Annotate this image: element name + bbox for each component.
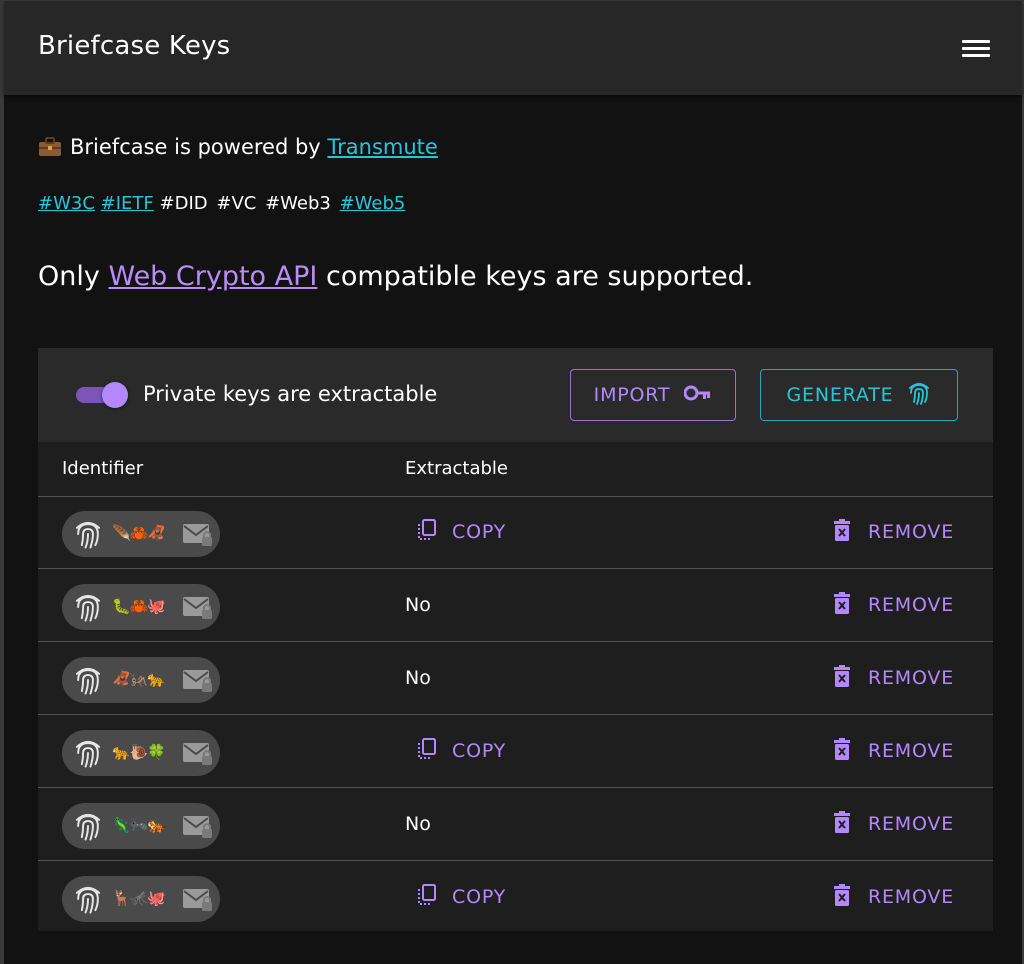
tag-w3c[interactable]: #W3C	[38, 193, 95, 214]
remove-button-label: REMOVE	[868, 886, 955, 908]
table-row: 🐆🐌🍀 COPY REMOVE	[38, 716, 993, 788]
menu-button[interactable]	[956, 33, 996, 65]
table-row: 🐛🦀🐙 No REMOVE	[38, 570, 993, 642]
identifier-emojis: 🐛🦀🐙	[112, 597, 166, 615]
notice-suffix: compatible keys are supported.	[325, 261, 754, 292]
remove-button[interactable]: REMOVE	[828, 582, 958, 628]
trash-icon	[832, 664, 852, 693]
remove-button[interactable]: REMOVE	[828, 874, 958, 920]
identifier-emojis: 🦌🦟🐙	[112, 889, 166, 907]
menu-icon-bar	[962, 47, 990, 50]
trash-icon	[832, 883, 852, 912]
mail-lock-icon	[182, 814, 214, 844]
identifier-chip[interactable]: 🪶🦀🦧	[62, 511, 220, 557]
fingerprint-icon	[72, 810, 104, 846]
mail-lock-icon	[182, 595, 214, 625]
header-identifier: Identifier	[62, 458, 144, 479]
fingerprint-icon	[72, 737, 104, 773]
tag-ietf[interactable]: #IETF	[101, 193, 154, 214]
table-header: Identifier Extractable	[38, 442, 993, 497]
support-notice: Only Web Crypto API compatible keys are …	[38, 261, 753, 292]
remove-button-label: REMOVE	[868, 813, 955, 835]
remove-button-label: REMOVE	[868, 740, 955, 762]
keys-toolbar: Private keys are extractable IMPORT GENE…	[38, 348, 993, 442]
remove-button[interactable]: REMOVE	[828, 509, 958, 555]
import-button-label: IMPORT	[593, 384, 671, 406]
tag-web5[interactable]: #Web5	[340, 193, 406, 214]
key-icon	[683, 384, 712, 407]
generate-button[interactable]: GENERATE	[760, 369, 958, 421]
remove-button-label: REMOVE	[868, 594, 955, 616]
identifier-chip[interactable]: 🐛🦀🐙	[62, 584, 220, 630]
powered-by-text: Briefcase is powered by	[70, 135, 321, 159]
trash-icon	[832, 810, 852, 839]
identifier-chip[interactable]: 🦌🦟🐙	[62, 876, 220, 922]
remove-button-label: REMOVE	[868, 667, 955, 689]
remove-button[interactable]: REMOVE	[828, 728, 958, 774]
powered-by-line: Briefcase is powered by Transmute	[38, 135, 438, 162]
tag-vc: #VC	[216, 193, 257, 214]
copy-icon	[414, 737, 438, 766]
generate-button-label: GENERATE	[786, 384, 894, 406]
briefcase-icon	[38, 137, 62, 162]
table-row: 🪶🦀🦧 COPY REMOVE	[38, 497, 993, 569]
menu-icon-bar	[962, 54, 990, 57]
identifier-emojis: 🦧🦗🐆	[112, 670, 166, 688]
trash-icon	[832, 591, 852, 620]
remove-button[interactable]: REMOVE	[828, 655, 958, 701]
mail-lock-icon	[182, 887, 214, 917]
mail-lock-icon	[182, 522, 214, 552]
extractable-value: No	[405, 667, 431, 689]
hamburger-menu-icon	[962, 40, 990, 43]
copy-button[interactable]: COPY	[410, 509, 510, 555]
table-row: 🦧🦗🐆 No REMOVE	[38, 643, 993, 715]
mail-lock-icon	[182, 668, 214, 698]
mail-lock-icon	[182, 741, 214, 771]
transmute-link[interactable]: Transmute	[327, 135, 437, 159]
fingerprint-icon	[72, 664, 104, 700]
fingerprint-icon	[72, 518, 104, 554]
identifier-emojis: 🦎🐜🐅	[112, 816, 166, 834]
extractable-switch[interactable]	[74, 380, 130, 410]
switch-thumb	[102, 382, 128, 408]
identifier-emojis: 🪶🦀🦧	[112, 524, 166, 542]
tag-web3: #Web3	[265, 193, 331, 214]
fingerprint-icon	[907, 380, 931, 411]
table-row: 🦎🐜🐅 No REMOVE	[38, 789, 993, 861]
remove-button[interactable]: REMOVE	[828, 801, 958, 847]
copy-button[interactable]: COPY	[410, 728, 510, 774]
copy-icon	[414, 518, 438, 547]
copy-button-label: COPY	[452, 886, 507, 908]
tag-list: #W3C #IETF #DID #VC #Web3 #Web5	[38, 193, 405, 214]
fingerprint-icon	[72, 883, 104, 919]
app-bar: Briefcase Keys	[4, 1, 1022, 95]
table-row: 🦌🦟🐙 COPY REMOVE	[38, 862, 993, 934]
trash-icon	[832, 518, 852, 547]
copy-button[interactable]: COPY	[410, 874, 510, 920]
identifier-emojis: 🐆🐌🍀	[112, 743, 166, 761]
identifier-chip[interactable]: 🦧🦗🐆	[62, 657, 220, 703]
notice-prefix: Only	[38, 261, 100, 292]
extractable-value: No	[405, 594, 431, 616]
tag-did: #DID	[159, 193, 208, 214]
copy-button-label: COPY	[452, 740, 507, 762]
extractable-switch-label: Private keys are extractable	[143, 382, 438, 406]
header-extractable: Extractable	[405, 458, 508, 479]
fingerprint-icon	[72, 591, 104, 627]
identifier-chip[interactable]: 🦎🐜🐅	[62, 803, 220, 849]
remove-button-label: REMOVE	[868, 521, 955, 543]
web-crypto-api-link[interactable]: Web Crypto API	[108, 261, 317, 292]
trash-icon	[832, 737, 852, 766]
identifier-chip[interactable]: 🐆🐌🍀	[62, 730, 220, 776]
import-button[interactable]: IMPORT	[570, 369, 736, 421]
app-title: Briefcase Keys	[38, 31, 231, 61]
keys-panel: Private keys are extractable IMPORT GENE…	[38, 348, 993, 931]
extractable-value: No	[405, 813, 431, 835]
copy-icon	[414, 883, 438, 912]
copy-button-label: COPY	[452, 521, 507, 543]
